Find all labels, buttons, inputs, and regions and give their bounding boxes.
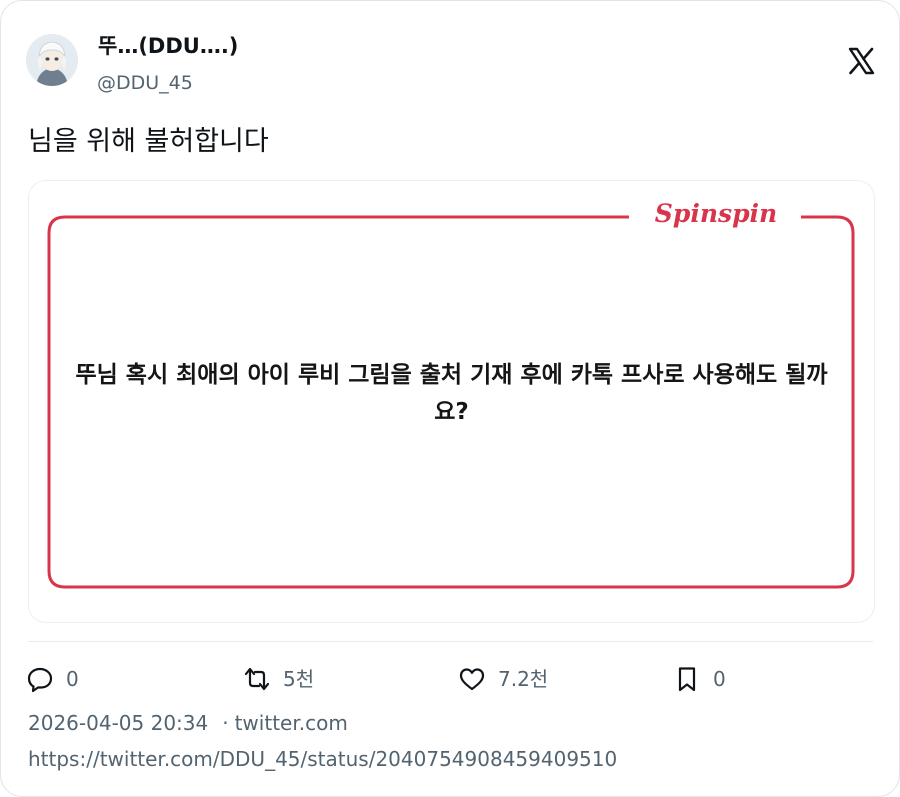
- tweet-timestamp[interactable]: 2026-04-05 20:34: [28, 711, 208, 735]
- bookmark-button[interactable]: 0: [673, 662, 726, 696]
- reply-count: 0: [66, 667, 79, 691]
- tweet-url-link[interactable]: https://twitter.com/DDU_45/status/204075…: [28, 744, 617, 774]
- x-logo-icon[interactable]: [847, 47, 875, 75]
- tweet-media-image[interactable]: Spinspin 뚜님 혹시 최애의 아이 루비 그림을 출처 기재 후에 카톡…: [28, 180, 875, 623]
- retweet-button[interactable]: 5천: [243, 662, 314, 696]
- avatar-illustration: [26, 34, 78, 86]
- media-question-text: 뚜님 혹시 최애의 아이 루비 그림을 출처 기재 후에 카톡 프사로 사용해도…: [75, 362, 828, 425]
- spinspin-logo: Spinspin: [641, 199, 791, 229]
- reply-button[interactable]: 0: [26, 662, 79, 696]
- avatar[interactable]: [26, 34, 78, 86]
- like-count: 7.2천: [498, 667, 549, 691]
- action-divider: [28, 641, 873, 642]
- tweet-meta: 2026-04-05 20:34 · twitter.com: [28, 708, 348, 738]
- like-button[interactable]: 7.2천: [458, 662, 548, 696]
- tweet-text: 님을 위해 불허합니다: [28, 126, 269, 157]
- tweet-source[interactable]: twitter.com: [235, 711, 348, 735]
- meta-separator: ·: [222, 711, 229, 735]
- retweet-count: 5천: [283, 667, 315, 691]
- heart-icon: [458, 665, 486, 693]
- reply-icon: [26, 665, 54, 693]
- author-handle[interactable]: @DDU_45: [97, 70, 193, 96]
- bookmark-count: 0: [713, 667, 726, 691]
- retweet-icon: [243, 665, 271, 693]
- bookmark-icon: [673, 665, 701, 693]
- author-display-name[interactable]: 뚜…(DDU….): [98, 32, 238, 60]
